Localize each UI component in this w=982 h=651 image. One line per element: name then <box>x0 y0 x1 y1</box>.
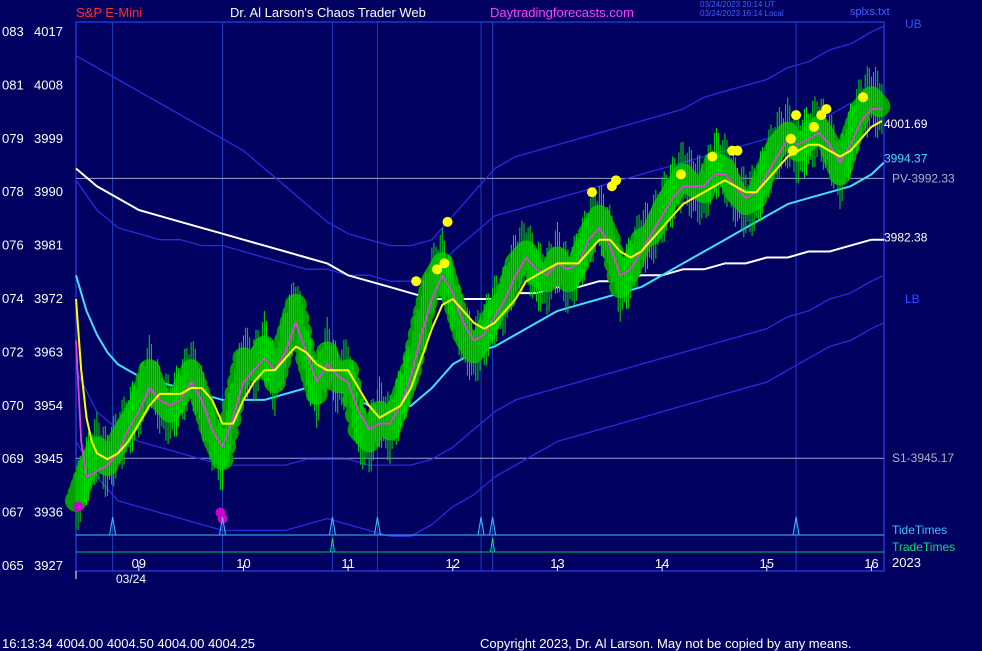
high-marker <box>732 145 743 156</box>
y-code-label: 069 <box>2 451 24 466</box>
high-marker <box>439 258 450 269</box>
last-quote: 16:13:34 4004.00 4004.50 4004.00 4004.25 <box>2 636 256 651</box>
x-tick-label: 14 <box>655 556 669 571</box>
high-marker <box>808 121 819 132</box>
high-marker <box>821 104 832 115</box>
lower-band-label: LB <box>905 292 920 306</box>
high-marker <box>586 187 597 198</box>
high-marker <box>675 169 686 180</box>
high-marker <box>785 133 796 144</box>
x-tick-label: 12 <box>446 556 460 571</box>
y-price-label: 3981 <box>34 238 63 253</box>
pivot-label: S1-3945.17 <box>892 451 954 465</box>
high-marker <box>611 175 622 186</box>
y-price-label: 3927 <box>34 558 63 573</box>
trade-times-label: TradeTimes <box>892 540 955 554</box>
x-tick-label: 15 <box>760 556 774 571</box>
high-marker <box>442 216 453 227</box>
y-price-label: 4017 <box>34 24 63 39</box>
value-label: 3982.38 <box>884 230 928 244</box>
date-label: 03/24 <box>116 572 146 586</box>
y-code-label: 067 <box>2 505 24 520</box>
y-price-label: 3963 <box>34 344 63 359</box>
y-price-label: 3945 <box>34 451 63 466</box>
y-price-label: 3954 <box>34 398 63 413</box>
chart-plot: 083 4017 081 4008 079 3999 078 3990 076 3981 074 39… <box>2 17 955 586</box>
y-price-label: 3999 <box>34 131 63 146</box>
tide-times-label: TideTimes <box>892 523 947 537</box>
year-label: 2023 <box>892 555 921 570</box>
y-code-label: 072 <box>2 344 24 359</box>
y-price-label: 3936 <box>34 505 63 520</box>
y-price-label: 3972 <box>34 291 63 306</box>
x-tick-label: 11 <box>341 556 355 571</box>
y-code-label: 065 <box>2 558 24 573</box>
high-marker <box>858 92 869 103</box>
x-tick-label: 16 <box>864 556 878 571</box>
low-marker <box>73 501 84 512</box>
high-marker <box>791 110 802 121</box>
high-marker <box>787 145 798 156</box>
y-price-label: 3990 <box>34 184 63 199</box>
y-code-label: 074 <box>2 291 24 306</box>
high-marker <box>707 151 718 162</box>
y-price-label: 4008 <box>34 77 63 92</box>
value-label: 3994.37 <box>884 151 928 165</box>
y-code-label: 070 <box>2 398 24 413</box>
y-code-label: 078 <box>2 184 24 199</box>
x-tick-label: 10 <box>236 556 250 571</box>
x-tick-label: 13 <box>550 556 564 571</box>
value-label: 4001.69 <box>884 117 928 131</box>
upper-band-label: UB <box>905 17 922 31</box>
y-code-label: 079 <box>2 131 24 146</box>
x-tick-label: 09 <box>132 556 146 571</box>
copyright-notice: Copyright 2023, Dr. Al Larson. May not b… <box>480 636 852 651</box>
y-code-label: 081 <box>2 77 24 92</box>
y-code-label: 076 <box>2 238 24 253</box>
high-marker <box>411 276 422 287</box>
pivot-label: PV-3992.33 <box>892 171 955 185</box>
y-code-label: 083 <box>2 24 24 39</box>
